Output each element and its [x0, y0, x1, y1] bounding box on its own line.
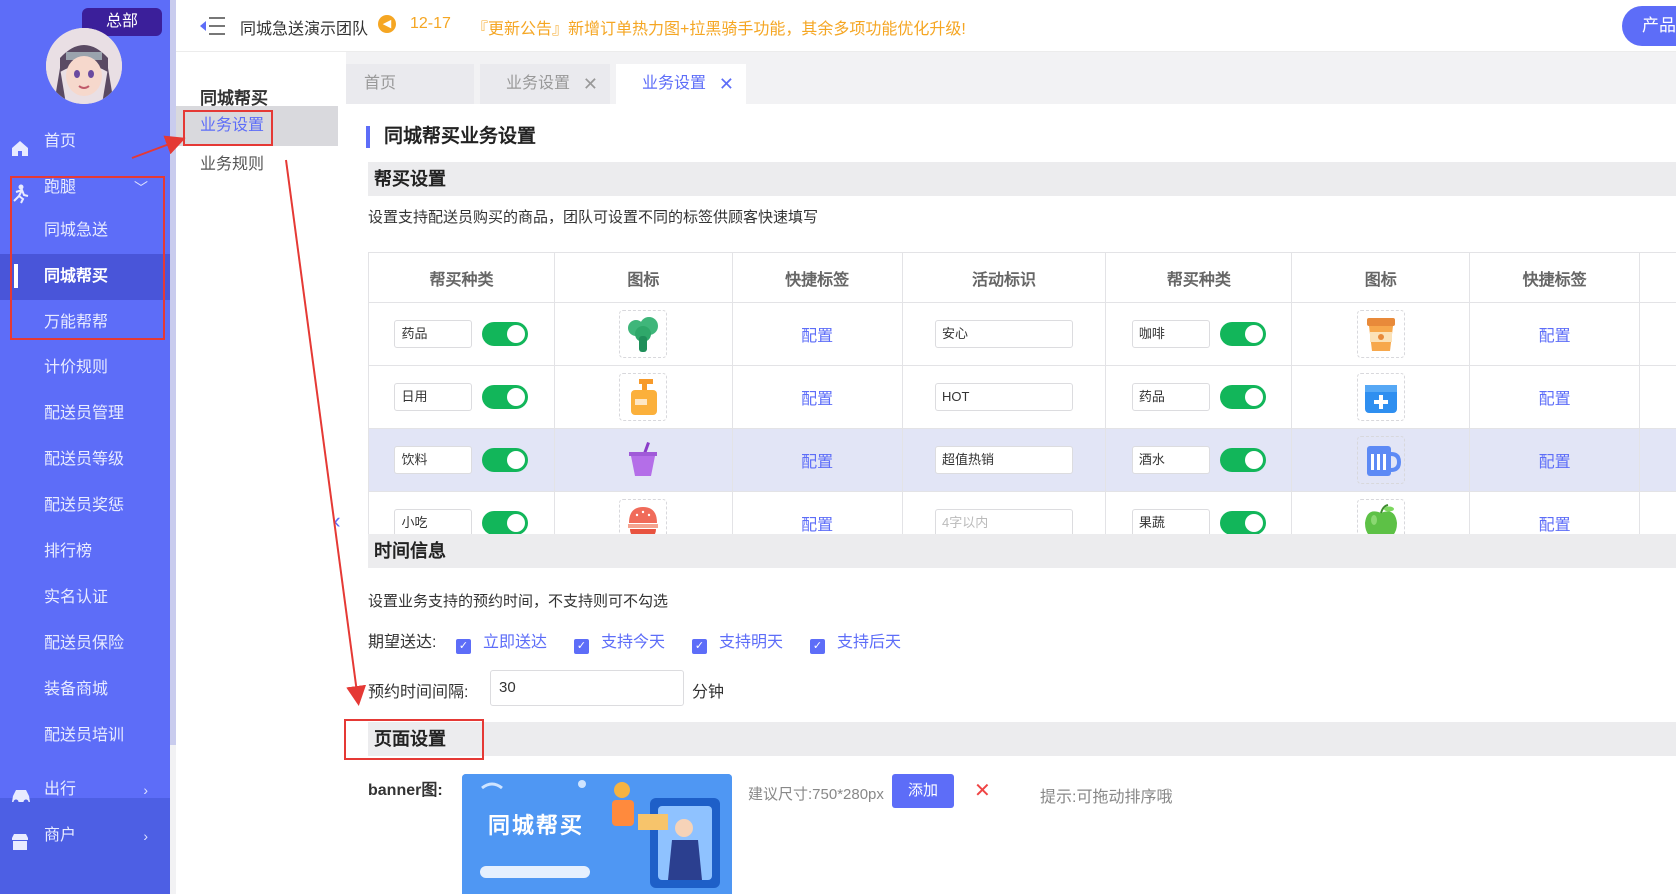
annotation-arrows [131, 135, 367, 706]
